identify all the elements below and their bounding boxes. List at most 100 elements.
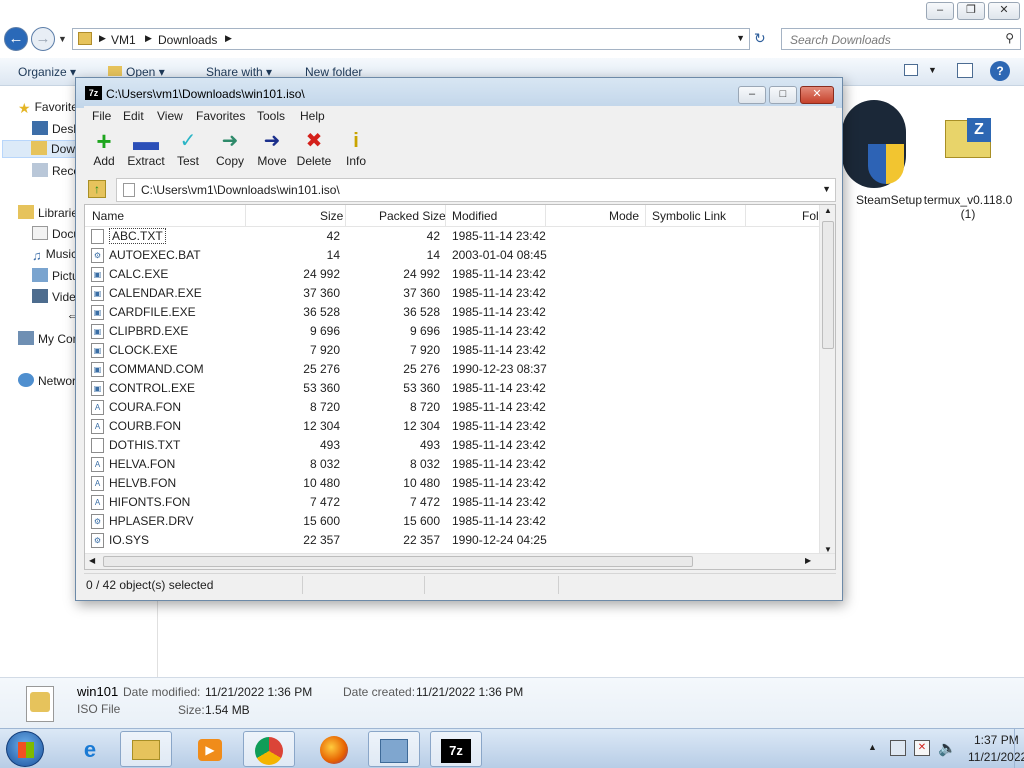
search-input[interactable]: Search Downloads ⚲ [781, 28, 1021, 50]
path-dropdown-icon[interactable]: ▼ [822, 184, 831, 194]
start-button[interactable] [6, 731, 44, 767]
col-modified[interactable]: Modified [452, 209, 497, 223]
volume-icon[interactable]: 🔈 [938, 739, 957, 757]
taskbar-ie[interactable]: e [64, 731, 116, 767]
col-mode[interactable]: Mode [609, 209, 639, 223]
taskbar-media-player[interactable]: ▶ [184, 731, 236, 767]
move-arrow-icon: ➜ [263, 130, 281, 152]
7zip-minimize-button[interactable]: – [738, 86, 766, 104]
move-button[interactable]: ➜ Move [250, 128, 294, 172]
add-button[interactable]: + Add [82, 128, 126, 172]
scroll-up-icon[interactable]: ▲ [824, 206, 832, 215]
cell-modified: 1985-11-14 23:42 [452, 400, 546, 414]
delete-button[interactable]: ✖ Delete [292, 128, 336, 172]
up-folder-button[interactable]: ↑ [88, 180, 106, 198]
col-folder[interactable]: Fol [802, 209, 819, 223]
address-bar[interactable]: ▶ VM1 ▶ Downloads ▶ ▼ [72, 28, 750, 50]
menu-tools[interactable]: Tools [257, 109, 285, 123]
minimize-button[interactable]: – [926, 2, 954, 20]
file-item[interactable]: Z termux_v0.118.0 (1) [921, 96, 1015, 226]
fon-file-icon: A [91, 400, 104, 415]
horizontal-scrollbar[interactable]: ◀ ▶ [85, 553, 835, 569]
table-row[interactable]: ▣ CLIPBRD.EXE 9 696 9 696 1985-11-14 23:42 [85, 322, 820, 341]
table-row[interactable]: ▣ CALC.EXE 24 992 24 992 1985-11-14 23:42 [85, 265, 820, 284]
address-dropdown-icon[interactable]: ▼ [736, 33, 745, 43]
vertical-scrollbar[interactable]: ▲ ▼ [819, 205, 835, 555]
table-row[interactable]: A HIFONTS.FON 7 472 7 472 1985-11-14 23:42 [85, 493, 820, 512]
network-tray-icon[interactable] [890, 740, 906, 756]
col-symlink[interactable]: Symbolic Link [652, 209, 726, 223]
col-divider [345, 205, 346, 227]
table-row[interactable]: DOTHIS.TXT 493 493 1985-11-14 23:42 [85, 436, 820, 455]
table-row[interactable]: ⚙ AUTOEXEC.BAT 14 14 2003-01-04 08:45 [85, 246, 820, 265]
view-dropdown-icon[interactable]: ▼ [928, 65, 937, 75]
organize-button[interactable]: Organize ▾ [18, 65, 76, 79]
table-row[interactable]: A HELVB.FON 10 480 10 480 1985-11-14 23:42 [85, 474, 820, 493]
open-icon [108, 66, 122, 76]
menu-view[interactable]: View [157, 109, 183, 123]
details-pane: win101 ISO File Date modified: 11/21/202… [0, 677, 1024, 728]
preview-pane-icon[interactable] [957, 63, 973, 78]
7zip-close-button[interactable]: ✕ [800, 86, 834, 104]
scroll-right-icon[interactable]: ▶ [805, 556, 811, 565]
file-item[interactable]: SteamSetup [842, 100, 922, 210]
search-icon[interactable]: ⚲ [1005, 31, 1014, 45]
cell-size: 36 528 [303, 305, 340, 319]
close-button[interactable]: ✕ [988, 2, 1020, 20]
table-row[interactable]: ▣ CONTROL.EXE 53 360 53 360 1985-11-14 23:42 [85, 379, 820, 398]
cell-size: 7 920 [309, 343, 340, 357]
extract-button[interactable]: ▬ Extract [124, 128, 168, 172]
7zip-titlebar[interactable]: 7z C:\Users\vm1\Downloads\win101.iso\ – … [76, 78, 842, 108]
recent-pages-dropdown[interactable]: ▼ [58, 34, 67, 44]
scroll-left-icon[interactable]: ◀ [89, 556, 95, 565]
refresh-button[interactable]: ↻ [754, 30, 766, 47]
table-row[interactable]: ABC.TXT 42 42 1985-11-14 23:42 [85, 227, 820, 246]
help-icon[interactable]: ? [990, 61, 1010, 81]
path-input[interactable]: C:\Users\vm1\Downloads\win101.iso\ ▼ [116, 178, 836, 202]
horizontal-scroll-thumb[interactable] [103, 556, 693, 567]
table-row[interactable]: A COURA.FON 8 720 8 720 1985-11-14 23:42 [85, 398, 820, 417]
vertical-scroll-thumb[interactable] [822, 221, 834, 349]
menu-favorites[interactable]: Favorites [196, 109, 245, 123]
7zip-maximize-button[interactable]: □ [769, 86, 797, 104]
taskbar-chrome[interactable] [243, 731, 295, 767]
cell-size: 10 480 [303, 476, 340, 490]
table-row[interactable]: ⚙ IO.SYS 22 357 22 357 1990-12-24 04:25 [85, 531, 820, 550]
col-size[interactable]: Size [320, 209, 343, 223]
view-options-icon[interactable] [904, 64, 918, 76]
info-button[interactable]: i Info [334, 128, 378, 172]
col-name[interactable]: Name [92, 209, 124, 223]
forward-button[interactable]: → [31, 27, 55, 51]
table-row[interactable]: ▣ CALENDAR.EXE 37 360 37 360 1985-11-14 23:4… [85, 284, 820, 303]
cell-name: DOTHIS.TXT [109, 438, 181, 452]
menu-help[interactable]: Help [300, 109, 325, 123]
cell-name: COURB.FON [109, 419, 181, 433]
table-row[interactable]: ⚙ HPLASER.DRV 15 600 15 600 1985-11-14 23:42 [85, 512, 820, 531]
table-row[interactable]: ▣ CARDFILE.EXE 36 528 36 528 1985-11-14 23:4… [85, 303, 820, 322]
restore-button[interactable]: ❐ [957, 2, 985, 20]
fon-file-icon: A [91, 457, 104, 472]
menu-file[interactable]: File [92, 109, 111, 123]
taskbar-control-panel[interactable] [368, 731, 420, 767]
taskbar-7zip[interactable]: 7z [430, 731, 482, 767]
recent-places-icon [32, 163, 48, 177]
back-button[interactable]: ← [4, 27, 28, 51]
table-row[interactable]: A HELVA.FON 8 032 8 032 1985-11-14 23:42 [85, 455, 820, 474]
clock-time[interactable]: 1:37 PM [974, 733, 1019, 747]
taskbar: e ▶ 7z ▲ ✕ 🔈 1:37 PM 11/21/2022 [0, 728, 1024, 768]
taskbar-firefox[interactable] [308, 731, 360, 767]
action-center-icon[interactable]: ✕ [914, 740, 930, 756]
table-row[interactable]: ▣ COMMAND.COM 25 276 25 276 1990-12-23 08:37 [85, 360, 820, 379]
test-button[interactable]: ✓ Test [166, 128, 210, 172]
show-hidden-icons-icon[interactable]: ▲ [868, 742, 877, 752]
table-row[interactable]: A COURB.FON 12 304 12 304 1985-11-14 23:42 [85, 417, 820, 436]
table-row[interactable]: ▣ CLOCK.EXE 7 920 7 920 1985-11-14 23:42 [85, 341, 820, 360]
downloads-folder-icon [31, 141, 47, 155]
show-desktop-button[interactable] [1014, 729, 1024, 768]
taskbar-explorer[interactable] [120, 731, 172, 767]
menu-edit[interactable]: Edit [123, 109, 144, 123]
breadcrumb-downloads[interactable]: Downloads [158, 33, 217, 47]
col-packed[interactable]: Packed Size [379, 209, 446, 223]
breadcrumb-vm1[interactable]: VM1 [111, 33, 136, 47]
copy-button[interactable]: ➜ Copy [208, 128, 252, 172]
